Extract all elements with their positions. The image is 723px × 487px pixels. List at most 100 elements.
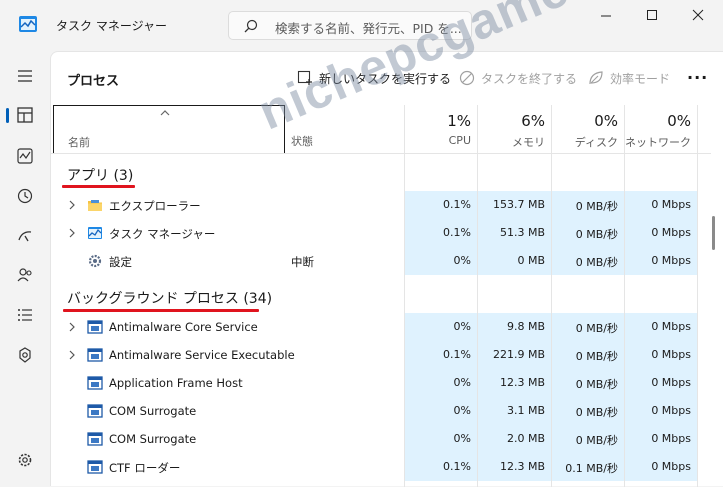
process-row[interactable]: Application Frame Host 0% 12.3 MB 0 MB/秒… — [51, 369, 711, 397]
nav-performance[interactable] — [6, 138, 44, 174]
leaf-icon — [589, 71, 603, 85]
memory-cell: 153.7 MB — [478, 191, 551, 219]
nav-app-history[interactable] — [6, 178, 44, 214]
search-icon — [244, 19, 258, 33]
nav-details[interactable] — [6, 297, 44, 333]
startup-icon — [18, 231, 32, 242]
network-cell: 0 Mbps — [625, 425, 697, 453]
service-window-icon — [87, 348, 103, 362]
end-task-button[interactable]: タスクを終了する — [459, 68, 577, 88]
nav-startup-apps[interactable] — [6, 218, 44, 254]
group-header-background[interactable]: バックグラウンド プロセス (34) — [67, 288, 272, 308]
process-row[interactable]: エクスプローラー 0.1% 153.7 MB 0 MB/秒 0 Mbps — [51, 191, 711, 219]
minimize-button[interactable] — [584, 3, 630, 29]
column-header-memory[interactable]: 6% メモリ — [478, 112, 545, 150]
disk-cell: 0 MB/秒 — [552, 425, 624, 453]
history-icon — [17, 188, 33, 204]
memory-cell: 0 MB — [478, 247, 551, 275]
process-row[interactable]: COM Surrogate 0% 2.0 MB 0 MB/秒 0 Mbps — [51, 425, 711, 453]
process-name: CTF ローダー — [109, 461, 181, 475]
process-name: 設定 — [109, 255, 132, 269]
run-new-task-label: 新しいタスクを実行する — [319, 71, 452, 86]
service-window-icon — [87, 432, 103, 446]
annotation-underline — [62, 185, 135, 188]
vertical-scrollbar[interactable] — [712, 216, 715, 250]
efficiency-mode-button[interactable]: 効率モード — [588, 68, 670, 88]
column-header-network[interactable]: 0% ネットワーク — [625, 112, 691, 150]
hamburger-menu-button[interactable] — [6, 58, 44, 94]
minimize-icon — [601, 15, 611, 17]
close-icon — [692, 9, 704, 21]
run-task-icon — [297, 70, 312, 85]
cpu-cell: 0.1% — [405, 453, 477, 481]
nav-settings[interactable] — [6, 442, 44, 478]
chevron-right-icon[interactable] — [68, 228, 76, 238]
process-status: 中断 — [291, 255, 314, 269]
column-header-status[interactable]: 状態 — [291, 133, 313, 149]
nav-processes[interactable] — [6, 97, 44, 133]
group-header-apps[interactable]: アプリ (3) — [67, 165, 133, 185]
efficiency-mode-label: 効率モード — [610, 71, 671, 86]
disk-total: 0% — [594, 112, 618, 130]
users-icon — [17, 268, 32, 282]
cpu-cell: 0% — [405, 369, 477, 397]
chevron-right-icon[interactable] — [68, 322, 76, 332]
hamburger-icon — [18, 70, 32, 82]
network-cell: 0 Mbps — [625, 397, 697, 425]
service-window-icon — [87, 320, 103, 334]
cpu-total: 1% — [447, 112, 471, 130]
nav-users[interactable] — [6, 257, 44, 293]
nav-services[interactable] — [6, 337, 44, 373]
process-name: Antimalware Service Executable — [109, 348, 295, 362]
network-cell: 0 Mbps — [625, 313, 697, 341]
cpu-cell: 0.1% — [405, 191, 477, 219]
network-cell: 0 Mbps — [625, 453, 697, 481]
performance-icon — [17, 148, 33, 164]
memory-label: メモリ — [512, 136, 545, 149]
window-title: タスク マネージャー — [56, 19, 167, 33]
processes-icon — [17, 107, 33, 123]
title-bar: タスク マネージャー 検索する名前、発行元、PID を... — [0, 0, 723, 50]
column-header-disk[interactable]: 0% ディスク — [552, 112, 618, 150]
annotation-underline — [63, 309, 259, 312]
process-name: COM Surrogate — [109, 404, 197, 418]
disk-cell: 0 MB/秒 — [552, 247, 624, 275]
column-header-cpu[interactable]: 1% CPU — [405, 112, 471, 147]
process-row[interactable]: CTF ローダー 0.1% 12.3 MB 0.1 MB/秒 0 Mbps — [51, 453, 711, 481]
process-row[interactable]: タスク マネージャー 0.1% 51.3 MB 0 MB/秒 0 Mbps — [51, 219, 711, 247]
search-box[interactable]: 検索する名前、発行元、PID を... — [228, 11, 472, 40]
chevron-right-icon[interactable] — [68, 200, 76, 210]
cpu-cell: 0.1% — [405, 219, 477, 247]
network-cell: 0 Mbps — [625, 369, 697, 397]
cpu-cell: 0% — [405, 397, 477, 425]
memory-total: 6% — [521, 112, 545, 130]
process-row[interactable]: COM Surrogate 0% 3.1 MB 0 MB/秒 0 Mbps — [51, 397, 711, 425]
process-name: Application Frame Host — [109, 376, 243, 390]
process-row[interactable]: 設定 中断 0% 0 MB 0 MB/秒 0 Mbps — [51, 247, 711, 275]
process-row[interactable]: Antimalware Core Service 0% 9.8 MB 0 MB/… — [51, 313, 711, 341]
end-task-label: タスクを終了する — [481, 71, 578, 86]
close-button[interactable] — [676, 3, 722, 29]
maximize-button[interactable] — [630, 3, 676, 29]
task-manager-app-icon — [19, 16, 37, 32]
memory-cell: 12.3 MB — [478, 369, 551, 397]
main-pane: プロセス 新しいタスクを実行する タスクを終了する 効率モード ··· 名前 状… — [50, 51, 723, 487]
details-icon — [18, 309, 32, 321]
cpu-cell: 0% — [405, 247, 477, 275]
column-header-name[interactable]: 名前 — [53, 105, 285, 154]
run-new-task-button[interactable]: 新しいタスクを実行する — [297, 68, 451, 88]
search-input[interactable]: 検索する名前、発行元、PID を... — [275, 18, 462, 37]
header-divider — [51, 153, 711, 154]
disk-cell: 0 MB/秒 — [552, 191, 624, 219]
gear-icon — [18, 453, 32, 467]
memory-cell: 9.8 MB — [478, 313, 551, 341]
process-row[interactable]: Antimalware Service Executable 0.1% 221.… — [51, 341, 711, 369]
disk-cell: 0.1 MB/秒 — [552, 453, 624, 481]
chevron-right-icon[interactable] — [68, 350, 76, 360]
chevron-up-icon — [160, 110, 170, 116]
block-icon — [459, 70, 475, 86]
network-total: 0% — [667, 112, 691, 130]
maximize-icon — [647, 10, 657, 20]
more-options-button[interactable]: ··· — [687, 68, 709, 88]
memory-cell: 12.3 MB — [478, 453, 551, 481]
